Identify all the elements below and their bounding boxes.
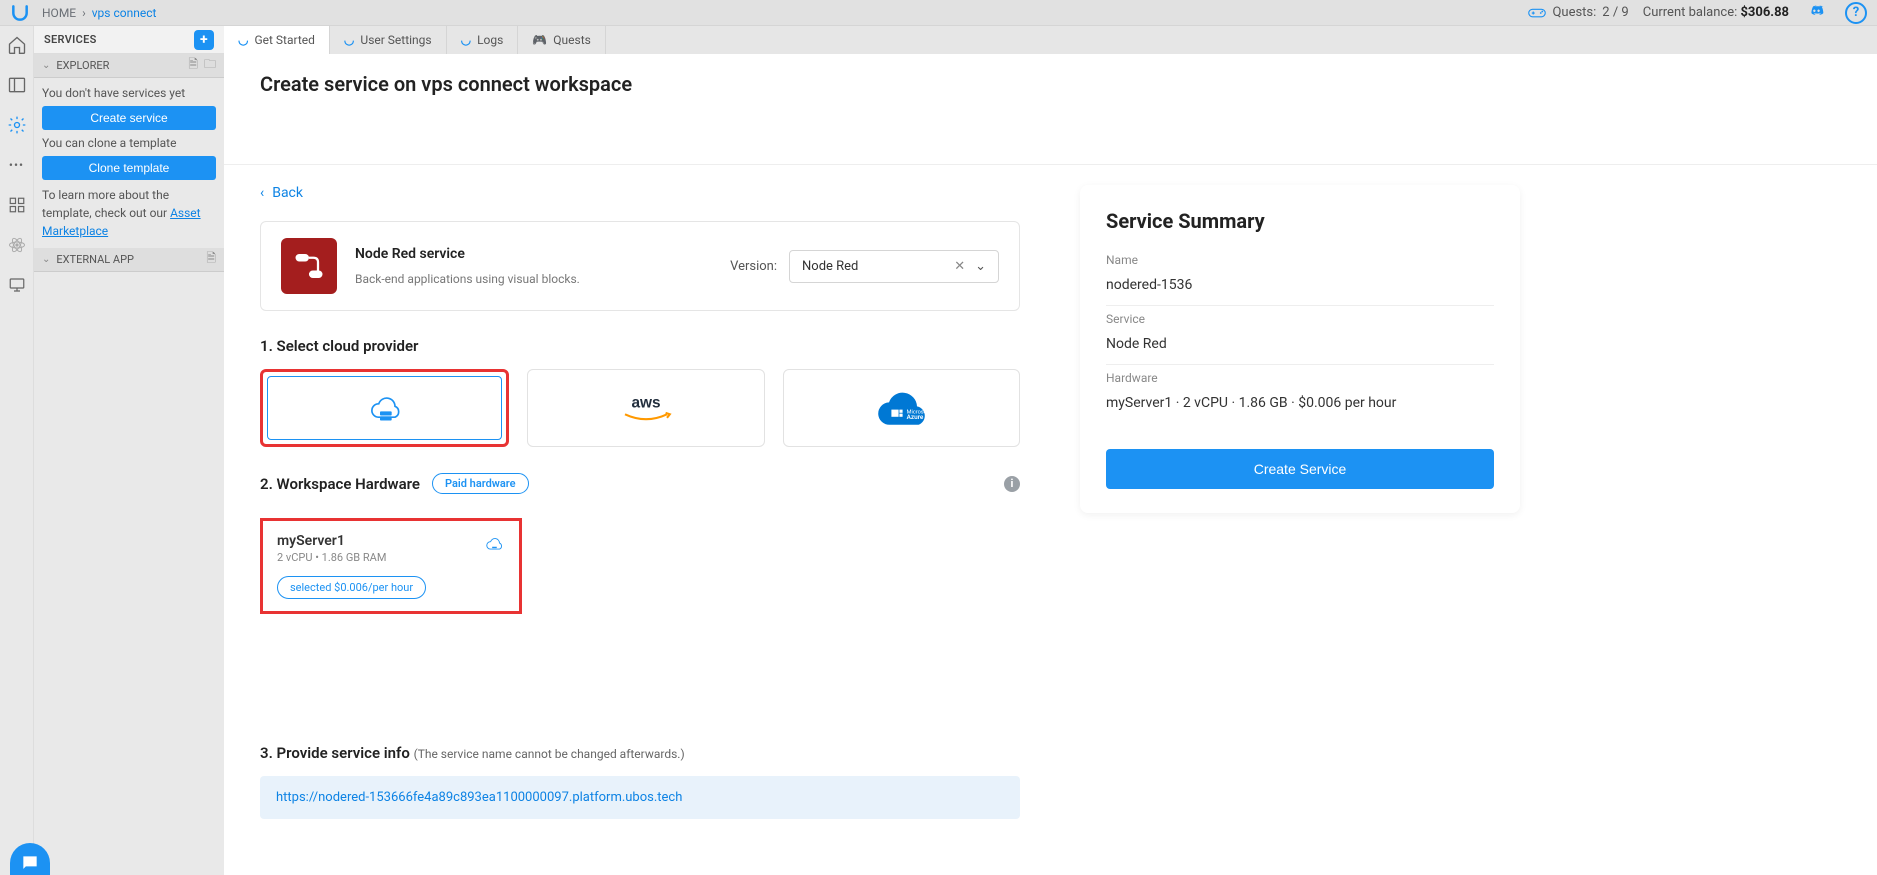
sidebar-panel: SERVICES + ⌄ EXPLORER 🗎 🗀 You don't have… xyxy=(34,26,224,875)
gamepad-icon xyxy=(1528,6,1546,20)
add-service-button[interactable]: + xyxy=(194,30,214,50)
paid-hardware-badge: Paid hardware xyxy=(432,473,529,494)
service-name: Node Red service xyxy=(355,246,580,262)
left-icon-rail: ••• xyxy=(0,26,34,875)
service-description: Back-end applications using visual block… xyxy=(355,272,580,286)
breadcrumb-current[interactable]: vps connect xyxy=(92,6,157,20)
chat-bubble-icon[interactable] xyxy=(10,843,50,875)
gamepad-icon: 🎮 xyxy=(532,33,547,47)
tab-logo-icon: ◡ xyxy=(238,33,248,47)
service-template-card: Node Red service Back-end applications u… xyxy=(260,221,1020,311)
tab-logs[interactable]: ◡ Logs xyxy=(447,26,519,54)
chevron-down-icon: ⌄ xyxy=(42,60,50,71)
clone-template-button[interactable]: Clone template xyxy=(42,156,216,180)
discord-icon[interactable] xyxy=(1803,0,1829,26)
chevron-down-icon: ⌄ xyxy=(975,259,986,274)
version-dropdown[interactable]: Node Red ✕ ⌄ xyxy=(789,250,999,283)
platform-logo-icon[interactable] xyxy=(8,1,32,25)
sidebar-services-header: SERVICES + xyxy=(34,26,224,54)
monitor-icon[interactable] xyxy=(6,274,28,296)
summary-name-value: nodered-1536 xyxy=(1106,267,1494,306)
service-url-display[interactable]: https://nodered-153666fe4a89c893ea110000… xyxy=(260,776,1020,819)
node-red-icon xyxy=(281,238,337,294)
hardware-spec: 2 vCPU • 1.86 GB RAM xyxy=(277,551,386,564)
balance-display: Current balance: $306.88 xyxy=(1643,5,1789,20)
settings-gear-icon[interactable] xyxy=(6,114,28,136)
hardware-card-selected[interactable]: myServer1 2 vCPU • 1.86 GB RAM selected … xyxy=(260,518,522,614)
panel-icon[interactable] xyxy=(6,74,28,96)
summary-service-value: Node Red xyxy=(1106,326,1494,365)
atom-icon[interactable] xyxy=(6,234,28,256)
chevron-left-icon: ‹ xyxy=(260,185,264,201)
learn-more-text: To learn more about the template, check … xyxy=(42,186,216,240)
summary-title: Service Summary xyxy=(1106,209,1494,233)
quests-indicator[interactable]: Quests: 2 / 9 xyxy=(1528,5,1628,20)
more-icon[interactable]: ••• xyxy=(6,154,28,176)
chevron-down-icon: ⌄ xyxy=(42,254,50,265)
svg-text:aws: aws xyxy=(631,394,660,411)
new-file-icon[interactable]: 🗎 xyxy=(206,249,216,270)
back-button[interactable]: ‹ Back xyxy=(260,185,1020,201)
summary-hardware-value: myServer1 · 2 vCPU · 1.86 GB · $0.006 pe… xyxy=(1106,385,1494,423)
tab-get-started[interactable]: ◡ Get Started xyxy=(224,26,330,54)
help-icon[interactable]: ? xyxy=(1843,0,1869,26)
create-service-submit-button[interactable]: Create Service xyxy=(1106,449,1494,489)
section-provide-info-title: 3. Provide service info (The service nam… xyxy=(260,744,685,762)
tab-user-settings[interactable]: ◡ User Settings xyxy=(330,26,447,54)
summary-name-label: Name xyxy=(1106,253,1494,267)
provider-card-default[interactable] xyxy=(260,369,509,447)
summary-hardware-label: Hardware xyxy=(1106,371,1494,385)
create-service-button[interactable]: Create service xyxy=(42,106,216,130)
home-icon[interactable] xyxy=(6,34,28,56)
cloud-server-icon xyxy=(365,388,405,428)
svg-text:Azure: Azure xyxy=(907,413,924,421)
provider-card-azure[interactable]: Microsoft Azure xyxy=(783,369,1020,447)
page-title: Create service on vps connect workspace xyxy=(260,72,1841,96)
tab-logo-icon: ◡ xyxy=(344,33,354,47)
section-hardware-title: 2. Workspace Hardware Paid hardware i xyxy=(260,473,1020,494)
service-summary-card: Service Summary Name nodered-1536 Servic… xyxy=(1080,185,1520,513)
provider-card-aws[interactable]: aws xyxy=(527,369,764,447)
explorer-section-header[interactable]: ⌄ EXPLORER 🗎 🗀 xyxy=(34,54,224,78)
cloud-server-icon xyxy=(483,533,505,559)
aws-logo-icon: aws xyxy=(611,388,681,428)
no-services-text: You don't have services yet xyxy=(42,86,216,100)
version-label: Version: xyxy=(730,259,777,274)
section-cloud-provider-title: 1. Select cloud provider xyxy=(260,337,1020,355)
breadcrumb-home[interactable]: HOME xyxy=(42,6,76,20)
top-bar: HOME › vps connect Quests: 2 / 9 Current… xyxy=(0,0,1877,26)
tab-logo-icon: ◡ xyxy=(461,33,471,47)
apps-grid-icon[interactable] xyxy=(6,194,28,216)
hardware-price-badge: selected $0.006/per hour xyxy=(277,576,426,599)
azure-logo-icon: Microsoft Azure xyxy=(861,385,941,431)
tab-quests[interactable]: 🎮 Quests xyxy=(518,26,606,54)
hardware-name: myServer1 xyxy=(277,533,386,549)
breadcrumb: HOME › vps connect xyxy=(42,6,156,20)
external-app-section-header[interactable]: ⌄ EXTERNAL APP 🗎 xyxy=(34,248,224,272)
clone-template-text: You can clone a template xyxy=(42,136,216,150)
tabs-bar: ◡ Get Started ◡ User Settings ◡ Logs 🎮 Q… xyxy=(224,26,1877,54)
new-file-icon[interactable]: 🗎 xyxy=(188,55,198,76)
summary-service-label: Service xyxy=(1106,312,1494,326)
main-region: ◡ Get Started ◡ User Settings ◡ Logs 🎮 Q… xyxy=(224,26,1877,875)
info-icon[interactable]: i xyxy=(1004,476,1020,492)
new-folder-icon[interactable]: 🗀 xyxy=(204,55,216,76)
clear-icon[interactable]: ✕ xyxy=(954,259,965,274)
